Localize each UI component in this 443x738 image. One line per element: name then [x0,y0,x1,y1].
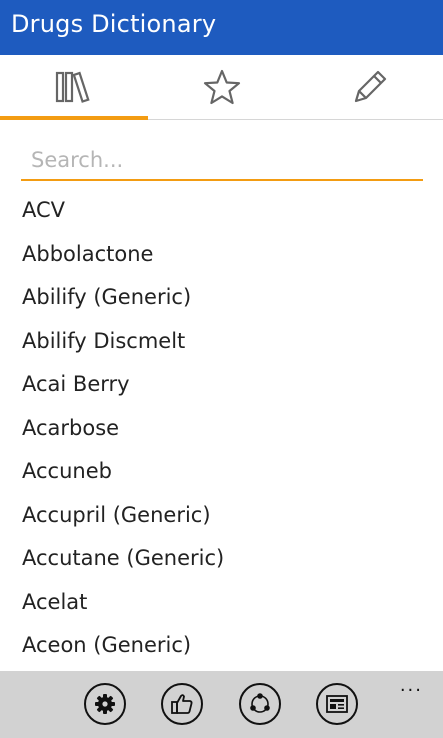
pencil-icon [354,70,386,103]
like-button[interactable] [161,683,203,725]
list-item[interactable]: Acelat [0,581,443,625]
thumbs-up-icon [171,694,193,714]
search-input[interactable] [21,141,423,181]
share-button[interactable] [239,683,281,725]
tab-library[interactable] [0,55,148,119]
more-options-button[interactable]: ... [400,675,423,696]
list-item[interactable]: Abbolactone [0,233,443,277]
news-button[interactable] [316,683,358,725]
settings-icon [95,694,115,714]
tab-favorites[interactable] [148,55,296,119]
active-tab-indicator [0,116,148,120]
list-item[interactable]: ACV [0,189,443,233]
list-item[interactable]: Acai Berry [0,363,443,407]
news-icon [326,695,348,713]
list-item[interactable]: Accutane (Generic) [0,537,443,581]
list-item[interactable]: Aceon (Generic) [0,624,443,668]
list-item[interactable]: Accupril (Generic) [0,494,443,538]
list-item[interactable]: Abilify Discmelt [0,320,443,364]
share-icon [250,693,270,713]
app-title: Drugs Dictionary [11,10,217,38]
star-icon [203,69,241,105]
library-icon [55,71,90,103]
drug-list: ACV Abbolactone Abilify (Generic) Abilif… [0,189,443,668]
list-item[interactable]: Accuneb [0,450,443,494]
list-item[interactable]: Abilify (Generic) [0,276,443,320]
list-item[interactable]: Acarbose [0,407,443,451]
app-bar: ... [0,671,443,738]
tab-bar [0,55,443,120]
tab-notes[interactable] [296,55,443,119]
title-bar: Drugs Dictionary [0,0,443,55]
settings-button[interactable] [84,683,126,725]
